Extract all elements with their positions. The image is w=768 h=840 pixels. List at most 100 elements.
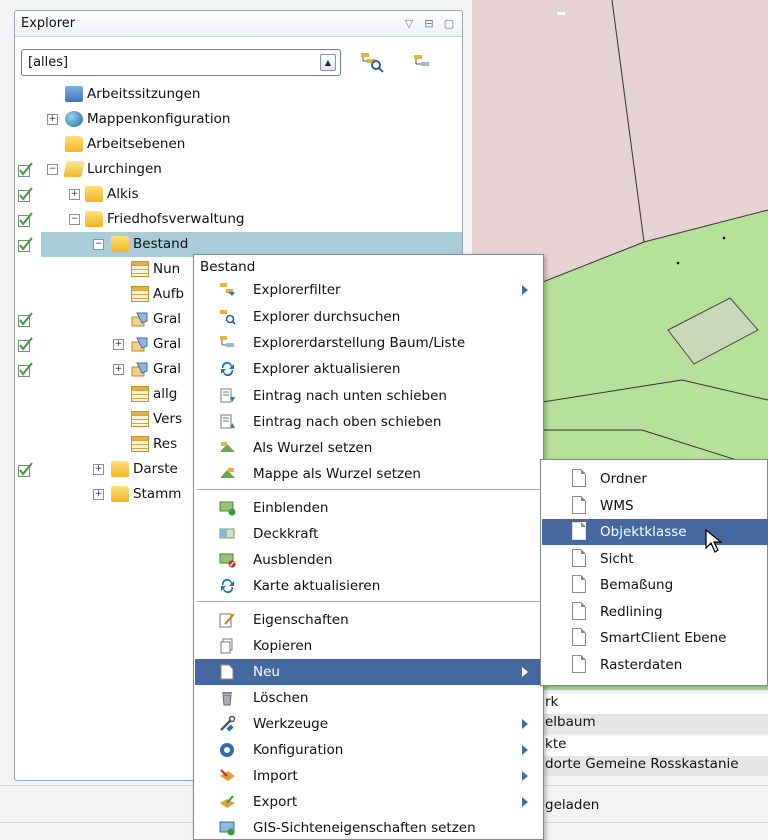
minimize-icon[interactable]: ⊟ <box>422 17 436 31</box>
panel-title: Explorer <box>21 16 76 31</box>
submenu-item-label: WMS <box>600 497 634 514</box>
menu-item-löschen[interactable]: Löschen <box>195 685 542 711</box>
context-menu: Bestand Explorerfilter Explorer durchsuch… <box>193 254 544 840</box>
visibility-checkbox[interactable] <box>18 312 33 327</box>
search-tree-button[interactable] <box>357 49 387 75</box>
menu-item-import[interactable]: Import <box>195 763 542 789</box>
maximize-icon[interactable]: ▢ <box>442 17 456 31</box>
collapse-icon[interactable]: − <box>69 214 80 225</box>
menu-item-explorer-durchsuchen[interactable]: Explorer durchsuchen <box>195 304 542 330</box>
tree-list-toggle-button[interactable] <box>407 49 437 75</box>
menu-item-label: Kopieren <box>253 638 313 654</box>
menu-item-eintrag-nach-oben-schieben[interactable]: Eintrag nach oben schieben <box>195 409 542 435</box>
menu-item-label: GIS-Sichteneigenschaften setzen <box>253 820 476 836</box>
menu-item-gis-sichteneigenschaften-setzen[interactable]: GIS-Sichteneigenschaften setzen <box>195 815 542 840</box>
visibility-checkbox[interactable] <box>18 362 33 377</box>
submenu-item-label: SmartClient Ebene <box>600 630 727 646</box>
tree-node[interactable]: Arbeitsebenen <box>15 132 462 157</box>
submenu-item-sicht[interactable]: Sicht <box>542 546 768 572</box>
list-item[interactable]: rk <box>542 694 768 714</box>
tree-node-label: Aufb <box>153 286 185 302</box>
expand-icon[interactable]: + <box>47 114 58 125</box>
expand-icon[interactable]: + <box>113 364 124 375</box>
list-item[interactable]: elbaum <box>542 714 768 734</box>
submenu-item-redlining[interactable]: Redlining <box>542 599 768 625</box>
opacity-icon <box>219 526 236 542</box>
tree-node-label: Res <box>153 436 178 452</box>
menu-item-karte-aktualisieren[interactable]: Karte aktualisieren <box>195 573 542 599</box>
menu-item-einblenden[interactable]: Einblenden <box>195 495 542 521</box>
expand-icon[interactable]: + <box>69 189 80 200</box>
filter-icon <box>219 282 236 298</box>
submenu-arrow-icon <box>522 745 528 755</box>
tree-node[interactable]: Arbeitssitzungen <box>15 82 462 107</box>
menu-item-explorerfilter[interactable]: Explorerfilter <box>195 277 542 303</box>
menu-item-deckkraft[interactable]: Deckkraft <box>195 521 542 547</box>
menu-item-label: Karte aktualisieren <box>253 578 381 594</box>
hide-layer-icon <box>219 552 236 568</box>
list-item-label: kte <box>545 736 567 752</box>
menu-item-label: Löschen <box>253 690 309 706</box>
submenu-arrow-icon <box>522 719 528 729</box>
menu-item-als-wurzel-setzen[interactable]: Als Wurzel setzen <box>195 435 542 461</box>
submenu-item-bemaßung[interactable]: Bemaßung <box>542 572 768 598</box>
globe-icon <box>65 111 83 127</box>
menu-item-label: Einblenden <box>253 500 329 516</box>
menu-item-ausblenden[interactable]: Ausblenden <box>195 547 542 573</box>
tree-node[interactable]: + Mappenkonfiguration <box>15 107 462 132</box>
tree-node-label: Stamm <box>133 486 182 502</box>
folder-icon <box>85 186 103 202</box>
visibility-checkbox[interactable] <box>18 212 33 227</box>
show-layer-icon <box>219 500 236 516</box>
menu-item-label: Konfiguration <box>253 742 344 758</box>
submenu-item-wms[interactable]: WMS <box>542 493 768 519</box>
submenu-item-label: Sicht <box>600 550 634 567</box>
collapse-icon[interactable]: − <box>47 164 58 175</box>
copy-icon <box>219 638 236 654</box>
tree-list-icon <box>414 55 429 66</box>
tree-node[interactable]: + Alkis <box>15 182 462 207</box>
visibility-checkbox[interactable] <box>18 162 33 177</box>
menu-item-eintrag-nach-unten-schieben[interactable]: Eintrag nach unten schieben <box>195 383 542 409</box>
tree-node[interactable]: − Lurchingen <box>15 157 462 182</box>
expand-icon[interactable]: + <box>93 464 104 475</box>
collapse-icon[interactable]: − <box>93 239 104 250</box>
tree-node-label: Darste <box>133 461 178 477</box>
menu-item-export[interactable]: Export <box>195 789 542 815</box>
visibility-checkbox[interactable] <box>18 462 33 477</box>
submenu-item-rasterdaten[interactable]: Rasterdaten <box>542 652 768 678</box>
submenu-arrow-icon <box>522 797 528 807</box>
menu-item-kopieren[interactable]: Kopieren <box>195 633 542 659</box>
tree-node-label: Lurchingen <box>87 161 162 177</box>
menu-item-neu[interactable]: Neu <box>195 659 542 685</box>
list-item[interactable]: dorte Gemeine Rosskastanie <box>542 756 768 776</box>
list-item[interactable]: kte <box>542 736 768 756</box>
menu-item-mappe-als-wurzel-setzen[interactable]: Mappe als Wurzel setzen <box>195 461 542 487</box>
visibility-checkbox[interactable] <box>18 337 33 352</box>
menu-separator <box>197 601 540 603</box>
submenu-item-ordner[interactable]: Ordner <box>542 466 768 492</box>
expand-icon[interactable]: + <box>113 339 124 350</box>
filter-dropdown[interactable]: [alles] ▲ <box>21 49 341 76</box>
dropdown-arrow-icon[interactable]: ▲ <box>320 54 336 71</box>
submenu-arrow-icon <box>522 285 528 295</box>
submenu-item-smartclient-ebene[interactable]: SmartClient Ebene <box>542 625 768 651</box>
menu-item-explorer-aktualisieren[interactable]: Explorer aktualisieren <box>195 356 542 382</box>
expand-icon[interactable]: + <box>93 489 104 500</box>
tree-node-label: Gral <box>153 361 182 377</box>
menu-item-explorerdarstellung-baum-liste[interactable]: Explorerdarstellung Baum/Liste <box>195 330 542 356</box>
sessions-icon <box>65 86 83 102</box>
menu-item-konfiguration[interactable]: Konfiguration <box>195 737 542 763</box>
menu-item-label: Export <box>253 794 298 810</box>
move-down-icon <box>219 388 236 404</box>
menu-item-werkzeuge[interactable]: Werkzeuge <box>195 711 542 737</box>
document-icon <box>572 628 586 646</box>
visibility-checkbox[interactable] <box>18 187 33 202</box>
menu-item-label: Neu <box>253 664 280 680</box>
tree-node-label: Bestand <box>133 236 189 252</box>
submenu-item-objektklasse[interactable]: Objektklasse <box>542 519 768 545</box>
tree-node[interactable]: − Friedhofsverwaltung <box>15 207 462 232</box>
menu-item-eigenschaften[interactable]: Eigenschaften <box>195 607 542 633</box>
view-menu-icon[interactable]: ▽ <box>402 17 416 31</box>
visibility-checkbox[interactable] <box>18 237 33 252</box>
